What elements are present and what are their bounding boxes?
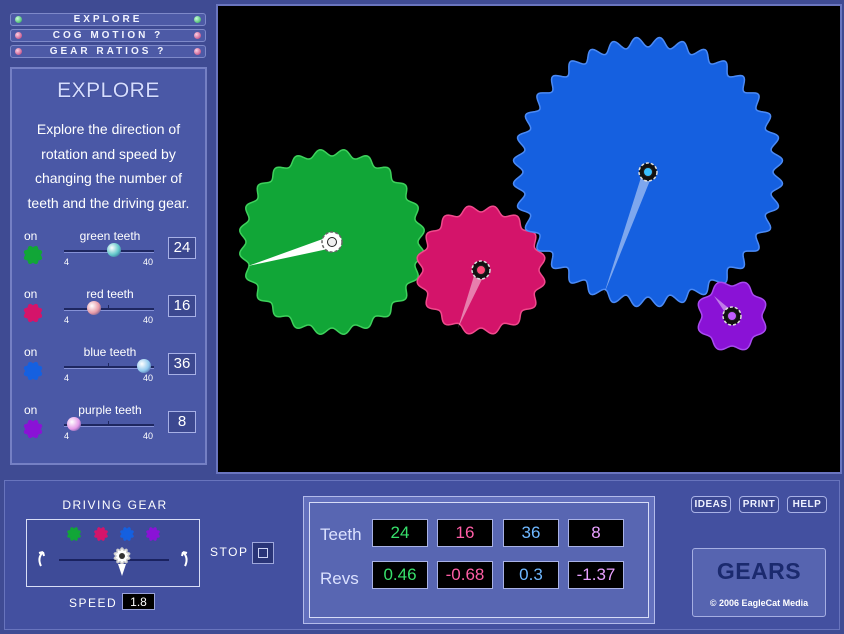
driving-gear-option-icon[interactable] <box>94 527 108 541</box>
panel-title: EXPLORE <box>57 79 160 102</box>
purple-gear <box>697 281 767 351</box>
teeth-slider-knob[interactable] <box>107 243 121 257</box>
cog-toggle-icon[interactable] <box>23 303 43 323</box>
revs-cell: 0.46 <box>372 561 428 589</box>
slider-max: 40 <box>143 257 154 267</box>
panel-description: Explore the direction of rotation and sp… <box>27 121 190 211</box>
gear-canvas[interactable] <box>216 4 842 474</box>
print-button[interactable]: PRINT <box>739 496 779 513</box>
slider-row-0: on green teeth 4 40 24 <box>12 229 205 279</box>
stop-icon <box>258 548 268 558</box>
slider-max: 40 <box>143 431 154 441</box>
revs-cell: -1.37 <box>568 561 624 589</box>
gear-on-label: on <box>24 345 38 359</box>
teeth-value: 8 <box>168 411 196 433</box>
cog-toggle-icon[interactable] <box>23 361 43 381</box>
slider-tick <box>108 363 109 366</box>
gear-on-label: on <box>24 229 38 243</box>
direction-arrow-icon <box>38 551 45 567</box>
app-frame: EXPLORE COG MOTION ? GEAR RATIOS ? EXPLO… <box>0 0 844 634</box>
speed-slider-knob[interactable] <box>113 547 131 576</box>
gear-drawing <box>239 36 784 351</box>
help-button[interactable]: HELP <box>787 496 827 513</box>
teeth-value: 16 <box>168 295 196 317</box>
teeth-slider-knob[interactable] <box>67 417 81 431</box>
menu-gear-ratios-label: GEAR RATIOS ? <box>49 46 167 57</box>
green-gear <box>239 149 425 335</box>
driving-gear-option-icon[interactable] <box>67 527 81 541</box>
teeth-cell: 36 <box>503 519 559 547</box>
menu-explore-label: EXPLORE <box>73 14 143 25</box>
slider-min: 4 <box>64 257 70 267</box>
slider-label: red teeth <box>86 287 134 301</box>
stop-label: STOP <box>210 545 249 559</box>
menu-gear-ratios[interactable]: GEAR RATIOS ? <box>10 45 206 58</box>
teeth-slider-track[interactable] <box>64 308 154 311</box>
teeth-cell: 24 <box>372 519 428 547</box>
slider-max: 40 <box>143 373 154 383</box>
revs-cell: 0.3 <box>503 561 559 589</box>
slider-label: purple teeth <box>78 403 142 417</box>
teeth-row-label: Teeth <box>320 525 362 544</box>
driving-gear-slider[interactable] <box>27 520 199 586</box>
speed-value: 1.8 <box>122 593 155 610</box>
slider-min: 4 <box>64 373 70 383</box>
menu-indicator-icon <box>194 32 201 39</box>
slider-row-3: on purple teeth 4 40 8 <box>12 403 205 453</box>
slider-label: green teeth <box>79 229 141 243</box>
cog-toggle-icon[interactable] <box>23 245 43 265</box>
teeth-cell: 16 <box>437 519 493 547</box>
menu-cog-motion-label: COG MOTION ? <box>52 30 164 41</box>
menu-indicator-icon <box>194 48 201 55</box>
menu-indicator-icon <box>194 16 201 23</box>
brand-title: GEARS <box>716 558 802 584</box>
speed-label: SPEED <box>69 596 118 610</box>
slider-max: 40 <box>143 315 154 325</box>
driving-gear-option-icon[interactable] <box>120 527 134 541</box>
teeth-value: 36 <box>168 353 196 375</box>
slider-tick <box>108 305 109 308</box>
brand-box: GEARS © 2006 EagleCat Media <box>692 548 826 617</box>
direction-arrow-icon <box>181 551 188 567</box>
menu-explore[interactable]: EXPLORE <box>10 13 206 26</box>
slider-min: 4 <box>64 431 70 441</box>
driving-gear-selector <box>26 519 200 587</box>
slider-row-2: on blue teeth 4 40 36 <box>12 345 205 395</box>
ideas-button[interactable]: IDEAS <box>691 496 731 513</box>
cog-toggle-icon[interactable] <box>23 419 43 439</box>
teeth-slider-knob[interactable] <box>137 359 151 373</box>
slider-min: 4 <box>64 315 70 325</box>
menu-cog-motion[interactable]: COG MOTION ? <box>10 29 206 42</box>
brand-copyright: © 2006 EagleCat Media <box>709 598 809 608</box>
revs-row-label: Revs <box>320 569 359 588</box>
slider-row-1: on red teeth 4 40 16 <box>12 287 205 337</box>
gear-on-label: on <box>24 287 38 301</box>
gear-on-label: on <box>24 403 38 417</box>
explore-panel: EXPLORE Explore the direction of rotatio… <box>10 67 207 465</box>
driving-gear-option-icon[interactable] <box>146 527 160 541</box>
revs-cell: -0.68 <box>437 561 493 589</box>
blue-gear <box>512 36 784 308</box>
slider-label: blue teeth <box>83 345 137 359</box>
teeth-slider-knob[interactable] <box>87 301 101 315</box>
teeth-value: 24 <box>168 237 196 259</box>
driving-gear-label: DRIVING GEAR <box>62 498 168 512</box>
slider-tick <box>108 421 109 424</box>
stats-panel: Teeth Revs 24 16 36 8 0.46 -0.68 0.3 -1.37 <box>303 496 655 624</box>
control-bar: DRIVING GEAR SPEED 1.8 STOP Teeth Revs 2… <box>4 480 840 630</box>
teeth-cell: 8 <box>568 519 624 547</box>
stats-inner: Teeth Revs 24 16 36 8 0.46 -0.68 0.3 -1.37 <box>309 502 649 618</box>
stop-button[interactable] <box>252 542 274 564</box>
